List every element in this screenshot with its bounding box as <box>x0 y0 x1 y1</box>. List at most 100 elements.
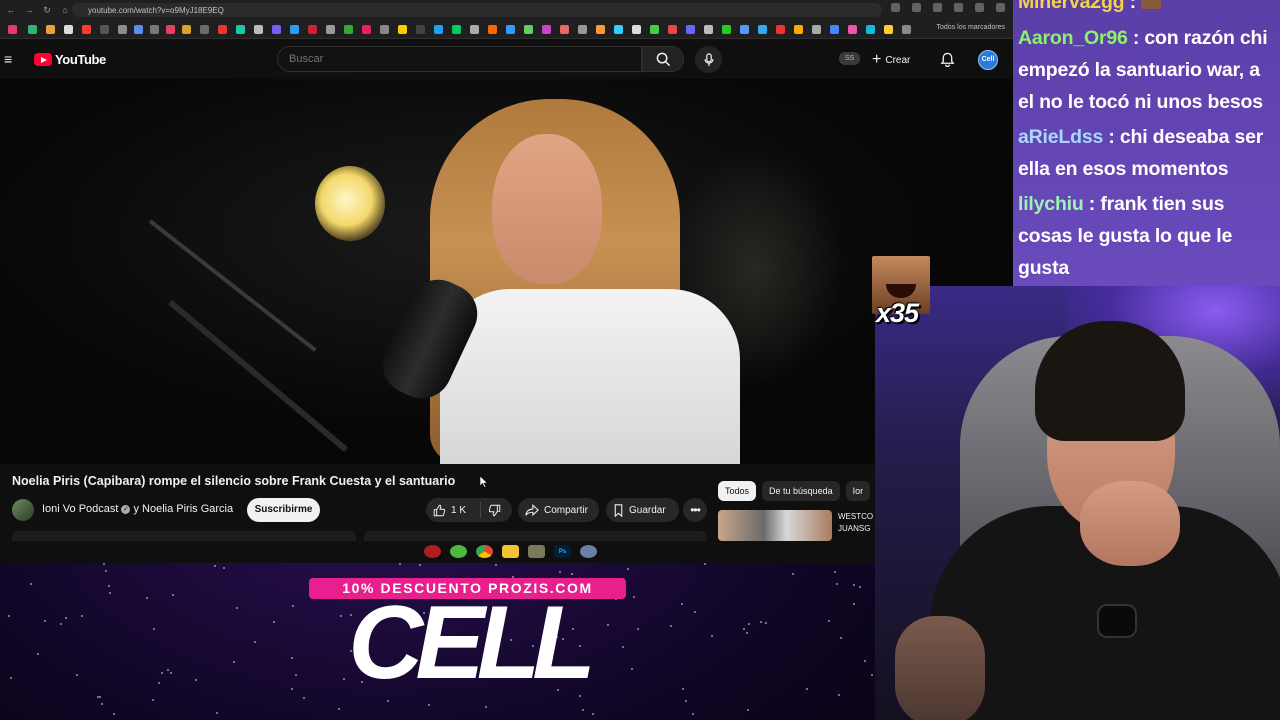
bookmark-icon[interactable] <box>776 25 785 34</box>
search-button[interactable] <box>642 46 684 72</box>
bookmark-icon[interactable] <box>362 25 371 34</box>
bookmark-icon[interactable] <box>416 25 425 34</box>
comments-preview-box[interactable] <box>364 531 707 541</box>
photoshop-icon[interactable]: Ps <box>554 545 571 558</box>
bookmark-icon[interactable] <box>722 25 731 34</box>
bookmark-icon[interactable] <box>28 25 37 34</box>
ss-badge[interactable]: SS <box>839 52 860 65</box>
star <box>853 584 855 586</box>
youtube-header: ≡ YouTube SS <box>0 39 1013 79</box>
home-icon[interactable]: ⌂ <box>60 5 70 15</box>
chip-all[interactable]: Todos <box>718 481 757 501</box>
bookmark-icon[interactable] <box>326 25 335 34</box>
bookmark-icon[interactable] <box>830 25 839 34</box>
bookmark-icon[interactable] <box>668 25 677 34</box>
bookmark-icon[interactable] <box>902 25 911 34</box>
bookmark-icon[interactable] <box>380 25 389 34</box>
voice-search-button[interactable] <box>695 46 722 73</box>
bookmark-icon[interactable] <box>470 25 479 34</box>
search-box[interactable] <box>277 46 642 72</box>
dislike-button[interactable] <box>481 504 501 517</box>
bookmark-icon[interactable] <box>118 25 127 34</box>
chip-from-search[interactable]: De tu búsqueda <box>762 481 840 501</box>
description-box[interactable] <box>12 531 356 541</box>
account-avatar[interactable]: Cell <box>978 50 998 70</box>
forward-icon[interactable]: → <box>24 5 34 15</box>
extension-icon[interactable] <box>954 3 963 12</box>
bookmark-icon[interactable] <box>290 25 299 34</box>
bookmark-icon[interactable] <box>488 25 497 34</box>
bookmark-icon[interactable] <box>100 25 109 34</box>
bookmark-icon[interactable] <box>46 25 55 34</box>
app-icon[interactable] <box>580 545 597 558</box>
bookmark-icon[interactable] <box>524 25 533 34</box>
create-button[interactable]: + Crear <box>872 49 910 71</box>
bookmark-icon[interactable] <box>166 25 175 34</box>
channel-avatar[interactable] <box>12 499 34 521</box>
bookmark-icon[interactable] <box>344 25 353 34</box>
menu-icon[interactable]: ≡ <box>4 52 12 66</box>
bookmark-icon[interactable] <box>8 25 17 34</box>
video-player[interactable] <box>0 79 1013 464</box>
bookmark-icon[interactable] <box>884 25 893 34</box>
chrome-icon[interactable] <box>476 545 493 558</box>
bookmark-icon[interactable] <box>758 25 767 34</box>
zoom-icon[interactable] <box>891 3 900 12</box>
bookmark-icon[interactable] <box>794 25 803 34</box>
bookmark-icon[interactable] <box>64 25 73 34</box>
obs-icon[interactable] <box>424 545 441 558</box>
bookmark-icon[interactable] <box>506 25 515 34</box>
bookmark-icon[interactable] <box>218 25 227 34</box>
share-icon[interactable] <box>912 3 921 12</box>
youtube-logo[interactable]: YouTube <box>34 52 106 67</box>
minecraft-icon[interactable] <box>528 545 545 558</box>
bookmark-icon[interactable] <box>452 25 461 34</box>
chat-text: : con razón chi <box>1127 27 1268 49</box>
bookmark-icon[interactable] <box>254 25 263 34</box>
bookmark-icon[interactable] <box>614 25 623 34</box>
bookmark-icon[interactable] <box>596 25 605 34</box>
bookmark-icon[interactable] <box>200 25 209 34</box>
star <box>233 661 235 663</box>
bookmark-icon[interactable] <box>434 25 443 34</box>
bookmark-icon[interactable] <box>308 25 317 34</box>
bookmark-icon[interactable] <box>632 25 641 34</box>
share-button[interactable]: Compartir <box>518 498 599 522</box>
like-button[interactable]: 1 K <box>426 502 481 518</box>
bookmark-icon[interactable] <box>866 25 875 34</box>
bookmark-icon[interactable] <box>272 25 281 34</box>
bookmark-icon[interactable] <box>650 25 659 34</box>
bookmark-icon[interactable] <box>578 25 587 34</box>
subscribe-button[interactable]: Suscribirme <box>247 498 320 522</box>
file-explorer-icon[interactable] <box>502 545 519 558</box>
bookmark-icon[interactable] <box>134 25 143 34</box>
bookmark-icon[interactable] <box>560 25 569 34</box>
bookmark-icon[interactable] <box>82 25 91 34</box>
bookmark-icon[interactable] <box>236 25 245 34</box>
whatsapp-icon[interactable] <box>450 545 467 558</box>
all-bookmarks-link[interactable]: Todos los marcadores <box>937 24 1005 31</box>
reload-icon[interactable]: ↻ <box>42 5 52 16</box>
bookmark-icon[interactable] <box>182 25 191 34</box>
bookmark-icon[interactable] <box>150 25 159 34</box>
recommended-thumbnail[interactable] <box>718 510 832 541</box>
bookmark-icon[interactable] <box>542 25 551 34</box>
profile-icon[interactable] <box>996 3 1005 12</box>
bookmark-icon[interactable] <box>686 25 695 34</box>
channel-name[interactable]: Ioni Vo Podcast ✓ y Noelia Piris Garcia <box>42 503 233 515</box>
back-icon[interactable]: ← <box>6 5 16 15</box>
notifications-bell-icon[interactable] <box>940 52 955 67</box>
save-button[interactable]: Guardar <box>606 498 679 522</box>
download-icon[interactable] <box>975 3 984 12</box>
search-input[interactable] <box>278 47 641 71</box>
address-bar[interactable]: youtube.com/watch?v=o9MyJ18E9EQ <box>72 3 882 17</box>
bookmark-icon[interactable] <box>812 25 821 34</box>
bookmark-icon[interactable] <box>398 25 407 34</box>
chip-channel[interactable]: Ior <box>845 481 871 501</box>
more-actions-button[interactable]: ••• <box>683 498 707 522</box>
bookmark-icon[interactable] <box>704 25 713 34</box>
bookmark-star-icon[interactable] <box>933 3 942 12</box>
bookmark-icon[interactable] <box>740 25 749 34</box>
bookmark-icon[interactable] <box>848 25 857 34</box>
recommended-title[interactable]: WESTCO JUANSG <box>838 511 874 535</box>
